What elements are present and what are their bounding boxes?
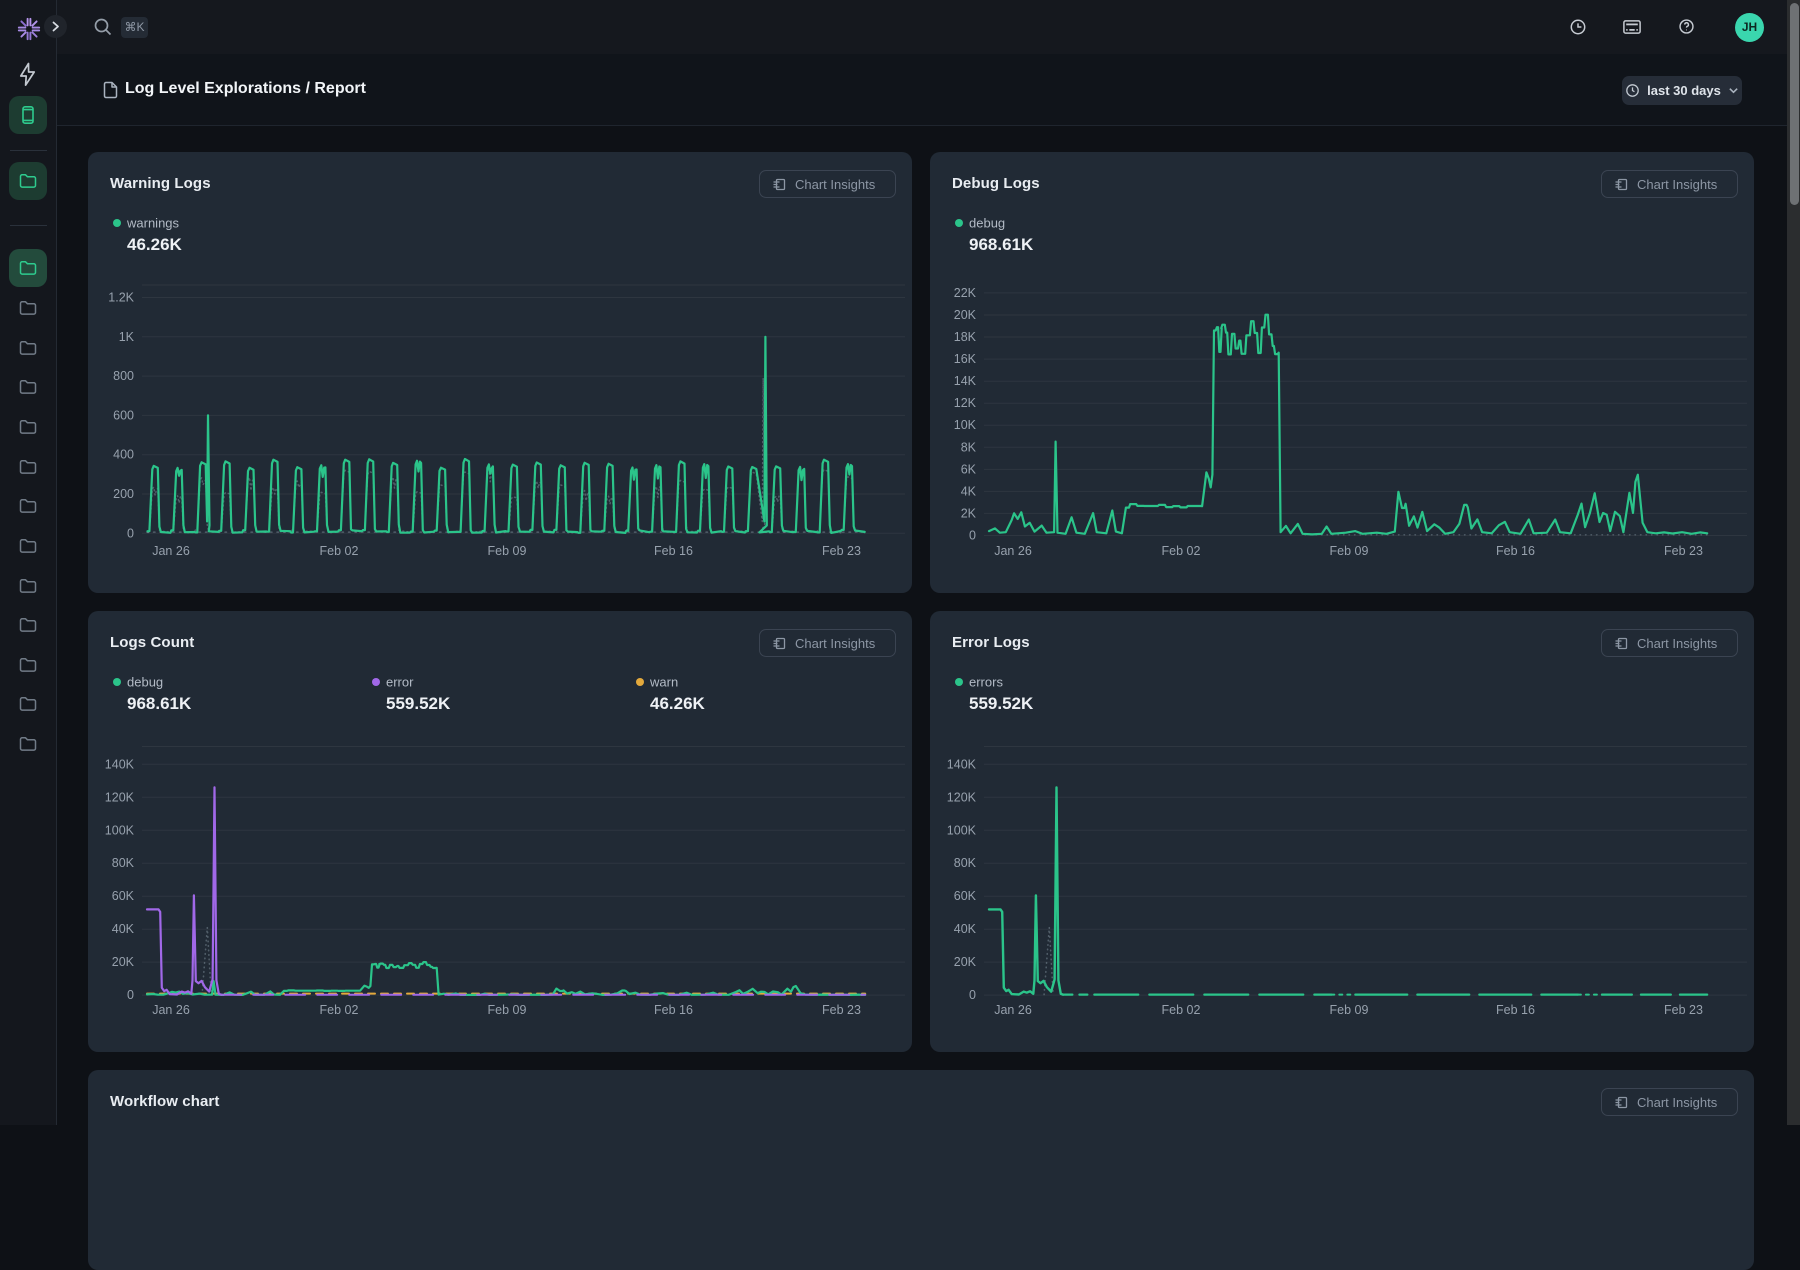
svg-text:12K: 12K (954, 396, 977, 410)
svg-text:400: 400 (113, 448, 134, 462)
svg-text:0: 0 (127, 526, 134, 540)
svg-text:Feb 09: Feb 09 (488, 1003, 527, 1017)
svg-text:Jan 26: Jan 26 (994, 1003, 1032, 1017)
svg-text:Feb 02: Feb 02 (320, 1003, 359, 1017)
svg-text:0: 0 (969, 988, 976, 1002)
svg-text:200: 200 (113, 487, 134, 501)
svg-text:Feb 02: Feb 02 (1162, 1003, 1201, 1017)
svg-text:100K: 100K (105, 823, 135, 837)
svg-text:40K: 40K (112, 922, 135, 936)
svg-text:0: 0 (127, 988, 134, 1002)
svg-text:1K: 1K (119, 330, 135, 344)
svg-text:120K: 120K (947, 790, 977, 804)
svg-text:1.2K: 1.2K (108, 291, 134, 305)
svg-text:80K: 80K (112, 856, 135, 870)
svg-text:Feb 09: Feb 09 (1330, 1003, 1369, 1017)
svg-text:Feb 09: Feb 09 (1330, 544, 1369, 558)
svg-text:140K: 140K (947, 757, 977, 771)
svg-text:Feb 23: Feb 23 (1664, 544, 1703, 558)
svg-text:Feb 16: Feb 16 (1496, 544, 1535, 558)
svg-text:16K: 16K (954, 352, 977, 366)
svg-text:100K: 100K (947, 823, 977, 837)
svg-text:2K: 2K (961, 506, 977, 520)
svg-text:Jan 26: Jan 26 (152, 1003, 190, 1017)
svg-text:10K: 10K (954, 418, 977, 432)
svg-text:60K: 60K (954, 889, 977, 903)
svg-text:Jan 26: Jan 26 (994, 544, 1032, 558)
svg-text:Feb 02: Feb 02 (320, 544, 359, 558)
svg-text:22K: 22K (954, 286, 977, 300)
svg-text:20K: 20K (954, 955, 977, 969)
svg-text:8K: 8K (961, 440, 977, 454)
svg-text:18K: 18K (954, 330, 977, 344)
svg-text:80K: 80K (954, 856, 977, 870)
svg-text:120K: 120K (105, 790, 135, 804)
svg-text:Feb 23: Feb 23 (822, 1003, 861, 1017)
svg-text:14K: 14K (954, 374, 977, 388)
svg-text:20K: 20K (112, 955, 135, 969)
svg-text:40K: 40K (954, 922, 977, 936)
svg-text:140K: 140K (105, 757, 135, 771)
svg-text:Feb 09: Feb 09 (488, 544, 527, 558)
svg-text:Feb 02: Feb 02 (1162, 544, 1201, 558)
svg-text:20K: 20K (954, 308, 977, 322)
svg-text:600: 600 (113, 408, 134, 422)
svg-text:0: 0 (969, 529, 976, 543)
svg-text:60K: 60K (112, 889, 135, 903)
svg-text:Feb 23: Feb 23 (822, 544, 861, 558)
svg-text:6K: 6K (961, 462, 977, 476)
svg-text:800: 800 (113, 369, 134, 383)
svg-text:Feb 16: Feb 16 (654, 1003, 693, 1017)
svg-text:Jan 26: Jan 26 (152, 544, 190, 558)
svg-text:Feb 16: Feb 16 (1496, 1003, 1535, 1017)
svg-text:Feb 16: Feb 16 (654, 544, 693, 558)
svg-text:4K: 4K (961, 484, 977, 498)
svg-text:Feb 23: Feb 23 (1664, 1003, 1703, 1017)
